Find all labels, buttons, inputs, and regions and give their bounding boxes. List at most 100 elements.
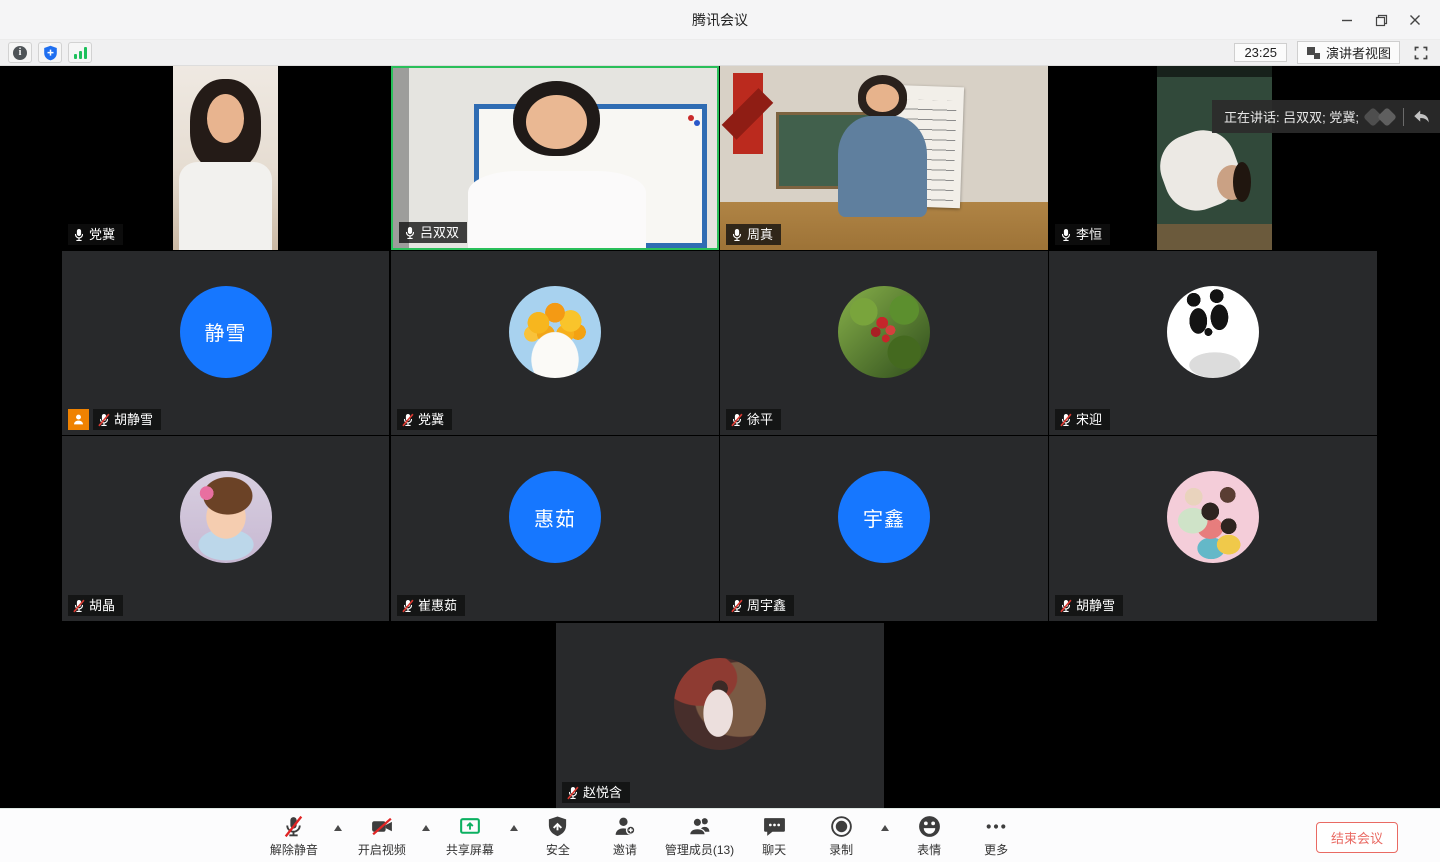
record-options-caret[interactable]: [881, 825, 889, 831]
mic-muted-icon: [1059, 413, 1073, 427]
mic-on-icon: [72, 228, 86, 242]
chat-bubble-icon: [762, 814, 787, 839]
start-video-button[interactable]: 开启视频: [355, 814, 409, 858]
mic-muted-icon: [97, 413, 111, 427]
video-feed: [1049, 66, 1377, 250]
meeting-info-button[interactable]: i: [8, 42, 32, 63]
participant-label: 吕双双: [399, 222, 467, 243]
participant-label: 党冀: [397, 409, 452, 430]
window-controls: [1330, 0, 1432, 40]
person-icon: [72, 413, 85, 426]
mic-muted-icon: [281, 814, 306, 839]
manage-members-button[interactable]: 管理成员(13): [665, 814, 734, 858]
video-feed: [62, 66, 389, 250]
record-icon: [829, 814, 854, 839]
video-tile[interactable]: 宇鑫 周宇鑫: [720, 436, 1048, 621]
signal-bars-icon: [74, 47, 87, 59]
mic-on-icon: [1059, 228, 1073, 242]
video-tile[interactable]: 李恒: [1049, 66, 1377, 250]
emoji-button[interactable]: 表情: [902, 814, 956, 858]
close-button[interactable]: [1398, 0, 1432, 40]
network-signal-button[interactable]: [68, 42, 92, 63]
participant-avatar: [180, 471, 272, 563]
hand-raised-badge: [68, 409, 89, 430]
invite-person-icon: [612, 814, 638, 839]
video-feed: [720, 66, 1048, 250]
layout-view-icon: [1306, 46, 1321, 60]
video-feed: [393, 68, 717, 248]
participant-avatar: [509, 286, 601, 378]
meeting-security-button[interactable]: [38, 42, 62, 63]
status-bar: i 23:25 演讲者视图: [0, 40, 1440, 66]
video-tile[interactable]: 胡晶: [62, 436, 389, 621]
mic-muted-icon: [401, 413, 415, 427]
participant-avatar: [838, 286, 930, 378]
participant-label: 李恒: [1055, 224, 1110, 245]
video-options-caret[interactable]: [422, 825, 430, 831]
more-button[interactable]: 更多: [969, 814, 1023, 858]
speaker-avatar-icon: [1377, 107, 1397, 127]
mic-on-icon: [730, 228, 744, 242]
meeting-clock: 23:25: [1234, 43, 1287, 62]
minimize-icon: [1341, 14, 1353, 26]
record-button[interactable]: 录制: [814, 814, 868, 858]
speaking-banner-text: 正在讲话: 吕双双; 党冀;: [1224, 107, 1359, 126]
video-tile[interactable]: 静雪 胡静雪: [62, 251, 389, 435]
video-tile[interactable]: 党冀: [62, 66, 389, 250]
speaker-view-button[interactable]: 演讲者视图: [1297, 41, 1400, 64]
status-right-group: 23:25 演讲者视图: [1234, 41, 1432, 64]
mic-muted-icon: [1059, 599, 1073, 613]
title-bar: 腾讯会议: [0, 0, 1440, 40]
mic-muted-icon: [72, 599, 86, 613]
end-meeting-button[interactable]: 结束会议: [1316, 822, 1398, 853]
minimize-button[interactable]: [1330, 0, 1364, 40]
window-title: 腾讯会议: [692, 10, 748, 30]
video-tile[interactable]: 胡静雪: [1049, 436, 1377, 621]
participant-label: 胡静雪: [93, 409, 161, 430]
invite-button[interactable]: 邀请: [598, 814, 652, 858]
share-screen-button[interactable]: 共享屏幕: [443, 814, 497, 858]
mic-muted-icon: [566, 786, 580, 800]
more-dots-icon: [983, 814, 1009, 839]
security-button[interactable]: 安全: [531, 814, 585, 858]
video-tile[interactable]: 宋迎: [1049, 251, 1377, 435]
share-screen-icon: [457, 814, 483, 839]
video-tile[interactable]: 赵悦含: [556, 623, 884, 808]
video-tile[interactable]: 周真: [720, 66, 1048, 250]
share-options-caret[interactable]: [510, 825, 518, 831]
participant-avatar: [674, 658, 766, 750]
mic-muted-icon: [730, 413, 744, 427]
participant-label: 胡静雪: [1055, 595, 1123, 616]
participant-avatar: 静雪: [180, 286, 272, 378]
unmute-button[interactable]: 解除静音: [267, 814, 321, 858]
meeting-window: 腾讯会议 i: [0, 0, 1440, 862]
members-icon: [687, 814, 713, 839]
participant-label: 胡晶: [68, 595, 123, 616]
participant-avatar: 宇鑫: [838, 471, 930, 563]
participant-label: 徐平: [726, 409, 781, 430]
info-icon: i: [13, 46, 27, 60]
banner-divider: [1403, 108, 1404, 126]
participant-avatar: 惠茹: [509, 471, 601, 563]
participant-label: 宋迎: [1055, 409, 1110, 430]
mic-options-caret[interactable]: [334, 825, 342, 831]
mic-muted-icon: [730, 599, 744, 613]
participant-label: 周宇鑫: [726, 595, 794, 616]
collapse-banner-arrow-icon[interactable]: [1413, 109, 1430, 124]
security-shield-icon: [546, 814, 569, 839]
participant-label: 赵悦含: [562, 782, 630, 803]
chat-button[interactable]: 聊天: [747, 814, 801, 858]
video-tile[interactable]: 党冀: [391, 251, 719, 435]
restore-button[interactable]: [1364, 0, 1398, 40]
speaking-banner: 正在讲话: 吕双双; 党冀;: [1212, 100, 1440, 133]
fullscreen-icon: [1413, 45, 1429, 61]
close-icon: [1409, 14, 1421, 26]
camera-off-icon: [369, 814, 395, 839]
mic-on-icon: [403, 226, 417, 240]
video-tile[interactable]: 徐平: [720, 251, 1048, 435]
video-tile-active-speaker[interactable]: 吕双双: [391, 66, 719, 250]
emoji-smile-icon: [917, 814, 942, 839]
video-tile[interactable]: 惠茹 崔惠茹: [391, 436, 719, 621]
shield-plus-icon: [43, 45, 58, 61]
fullscreen-button[interactable]: [1410, 42, 1432, 64]
